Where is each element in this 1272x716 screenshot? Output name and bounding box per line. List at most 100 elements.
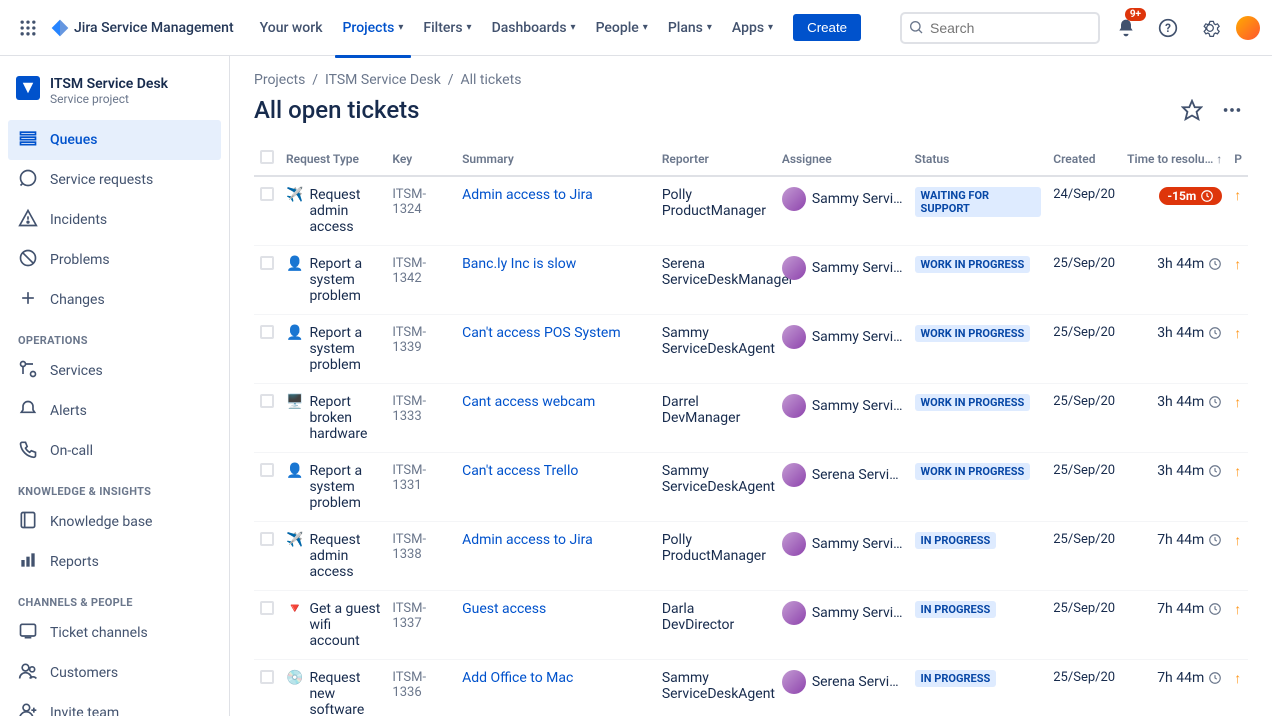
table-row[interactable]: 👤Report a system problemITSM-1339Can't a… <box>254 315 1248 384</box>
sidebar-item-reports[interactable]: Reports <box>8 542 221 582</box>
sidebar-item-invite-team[interactable]: Invite team <box>8 693 221 716</box>
column-header[interactable] <box>254 142 280 176</box>
issue-key[interactable]: ITSM-1333 <box>386 384 456 453</box>
create-button[interactable]: Create <box>793 14 861 41</box>
assignee[interactable]: Sammy Servi… <box>782 601 903 625</box>
column-header[interactable]: Time to resolu… ↑ <box>1121 142 1228 176</box>
row-checkbox[interactable] <box>260 325 274 339</box>
table-row[interactable]: 👤Report a system problemITSM-1331Can't a… <box>254 453 1248 522</box>
row-checkbox[interactable] <box>260 601 274 615</box>
assignee[interactable]: Serena Servi… <box>782 670 903 694</box>
table-row[interactable]: 🖥️Report broken hardwareITSM-1333Cant ac… <box>254 384 1248 453</box>
issue-summary[interactable]: Admin access to Jira <box>456 176 656 246</box>
issue-summary[interactable]: Add Office to Mac <box>456 660 656 716</box>
assignee[interactable]: Sammy Servi… <box>782 394 903 418</box>
status-badge[interactable]: IN PROGRESS <box>915 670 997 687</box>
issue-key[interactable]: ITSM-1336 <box>386 660 456 716</box>
app-switcher-icon[interactable] <box>12 12 44 44</box>
issue-key[interactable]: ITSM-1342 <box>386 246 456 315</box>
assignee[interactable]: Sammy Servi… <box>782 325 903 349</box>
row-checkbox[interactable] <box>260 532 274 546</box>
status-badge[interactable]: WORK IN PROGRESS <box>915 394 1031 411</box>
sidebar-item-on-call[interactable]: On-call <box>8 431 221 471</box>
user-avatar[interactable] <box>1236 16 1260 40</box>
issue-summary[interactable]: Banc.ly Inc is slow <box>456 246 656 315</box>
issue-key[interactable]: ITSM-1339 <box>386 315 456 384</box>
status-badge[interactable]: WORK IN PROGRESS <box>915 325 1031 342</box>
status-badge[interactable]: WAITING FOR SUPPORT <box>915 187 1042 217</box>
issue-summary[interactable]: Guest access <box>456 591 656 660</box>
sidebar-item-service-requests[interactable]: Service requests <box>8 160 221 200</box>
nav-item-apps[interactable]: Apps ▾ <box>724 14 781 42</box>
assignee[interactable]: Serena Servi… <box>782 463 903 487</box>
column-header[interactable]: Created <box>1047 142 1121 176</box>
nav-item-projects[interactable]: Projects ▾ <box>335 14 412 42</box>
column-header[interactable]: Status <box>909 142 1048 176</box>
search-input[interactable] <box>900 12 1100 44</box>
column-header[interactable]: Assignee <box>776 142 909 176</box>
clock-icon <box>1208 464 1222 478</box>
nav-item-filters[interactable]: Filters ▾ <box>415 14 479 42</box>
table-row[interactable]: ✈️Request admin accessITSM-1324Admin acc… <box>254 176 1248 246</box>
row-checkbox[interactable] <box>260 670 274 684</box>
more-icon[interactable] <box>1216 94 1248 126</box>
breadcrumb-link[interactable]: Projects <box>254 72 305 88</box>
settings-icon[interactable] <box>1194 12 1226 44</box>
breadcrumb-link[interactable]: All tickets <box>461 72 522 88</box>
column-header[interactable]: Summary <box>456 142 656 176</box>
star-icon[interactable] <box>1176 94 1208 126</box>
notifications-icon[interactable]: 9+ <box>1110 12 1142 44</box>
time-to-resolution: 3h 44m <box>1121 384 1228 453</box>
issue-key[interactable]: ITSM-1331 <box>386 453 456 522</box>
status-badge[interactable]: WORK IN PROGRESS <box>915 463 1031 480</box>
sidebar-item-alerts[interactable]: Alerts <box>8 391 221 431</box>
issue-key[interactable]: ITSM-1324 <box>386 176 456 246</box>
issue-key[interactable]: ITSM-1337 <box>386 591 456 660</box>
assignee[interactable]: Sammy Servi… <box>782 532 903 556</box>
sidebar-item-services[interactable]: Services <box>8 351 221 391</box>
sort-arrow-icon: ↑ <box>1216 152 1222 166</box>
status-badge[interactable]: IN PROGRESS <box>915 532 997 549</box>
issue-key[interactable]: ITSM-1338 <box>386 522 456 591</box>
breadcrumb-link[interactable]: ITSM Service Desk <box>325 72 441 88</box>
assignee[interactable]: Sammy Servi… <box>782 187 903 211</box>
issue-summary[interactable]: Admin access to Jira <box>456 522 656 591</box>
table-row[interactable]: ✈️Request admin accessITSM-1338Admin acc… <box>254 522 1248 591</box>
status-badge[interactable]: WORK IN PROGRESS <box>915 256 1031 273</box>
sidebar-item-customers[interactable]: Customers <box>8 653 221 693</box>
row-checkbox[interactable] <box>260 187 274 201</box>
sidebar-item-knowledge-base[interactable]: Knowledge base <box>8 502 221 542</box>
issue-summary[interactable]: Can't access Trello <box>456 453 656 522</box>
row-checkbox[interactable] <box>260 394 274 408</box>
priority-icon: ↑ <box>1228 246 1248 315</box>
row-checkbox[interactable] <box>260 463 274 477</box>
time-overdue-badge: -15m <box>1159 187 1222 205</box>
issue-summary[interactable]: Can't access POS System <box>456 315 656 384</box>
column-header[interactable]: Request Type <box>280 142 386 176</box>
status-badge[interactable]: IN PROGRESS <box>915 601 997 618</box>
brand[interactable]: Jira Service Management <box>50 18 234 38</box>
column-header[interactable]: Key <box>386 142 456 176</box>
nav-item-people[interactable]: People ▾ <box>588 14 656 42</box>
assignee-avatar <box>782 601 806 625</box>
table-row[interactable]: 🔻Get a guest wifi accountITSM-1337Guest … <box>254 591 1248 660</box>
select-all-checkbox[interactable] <box>260 150 274 164</box>
sidebar-item-problems[interactable]: Problems <box>8 240 221 280</box>
request-type: 💿Request new software <box>286 670 380 716</box>
sidebar-item-ticket-channels[interactable]: Ticket channels <box>8 613 221 653</box>
issue-summary[interactable]: Cant access webcam <box>456 384 656 453</box>
table-row[interactable]: 👤Report a system problemITSM-1342Banc.ly… <box>254 246 1248 315</box>
column-header[interactable]: Reporter <box>656 142 776 176</box>
help-icon[interactable]: ? <box>1152 12 1184 44</box>
nav-item-plans[interactable]: Plans ▾ <box>660 14 720 42</box>
assignee[interactable]: Sammy Servi… <box>782 256 903 280</box>
nav-item-your-work[interactable]: Your work <box>252 14 331 42</box>
project-header[interactable]: ITSM Service Desk Service project <box>8 72 221 120</box>
sidebar-item-incidents[interactable]: Incidents <box>8 200 221 240</box>
sidebar-item-queues[interactable]: Queues <box>8 120 221 160</box>
row-checkbox[interactable] <box>260 256 274 270</box>
column-header[interactable]: P <box>1228 142 1248 176</box>
nav-item-dashboards[interactable]: Dashboards ▾ <box>484 14 584 42</box>
sidebar-item-changes[interactable]: Changes <box>8 280 221 320</box>
table-row[interactable]: 💿Request new softwareITSM-1336Add Office… <box>254 660 1248 716</box>
